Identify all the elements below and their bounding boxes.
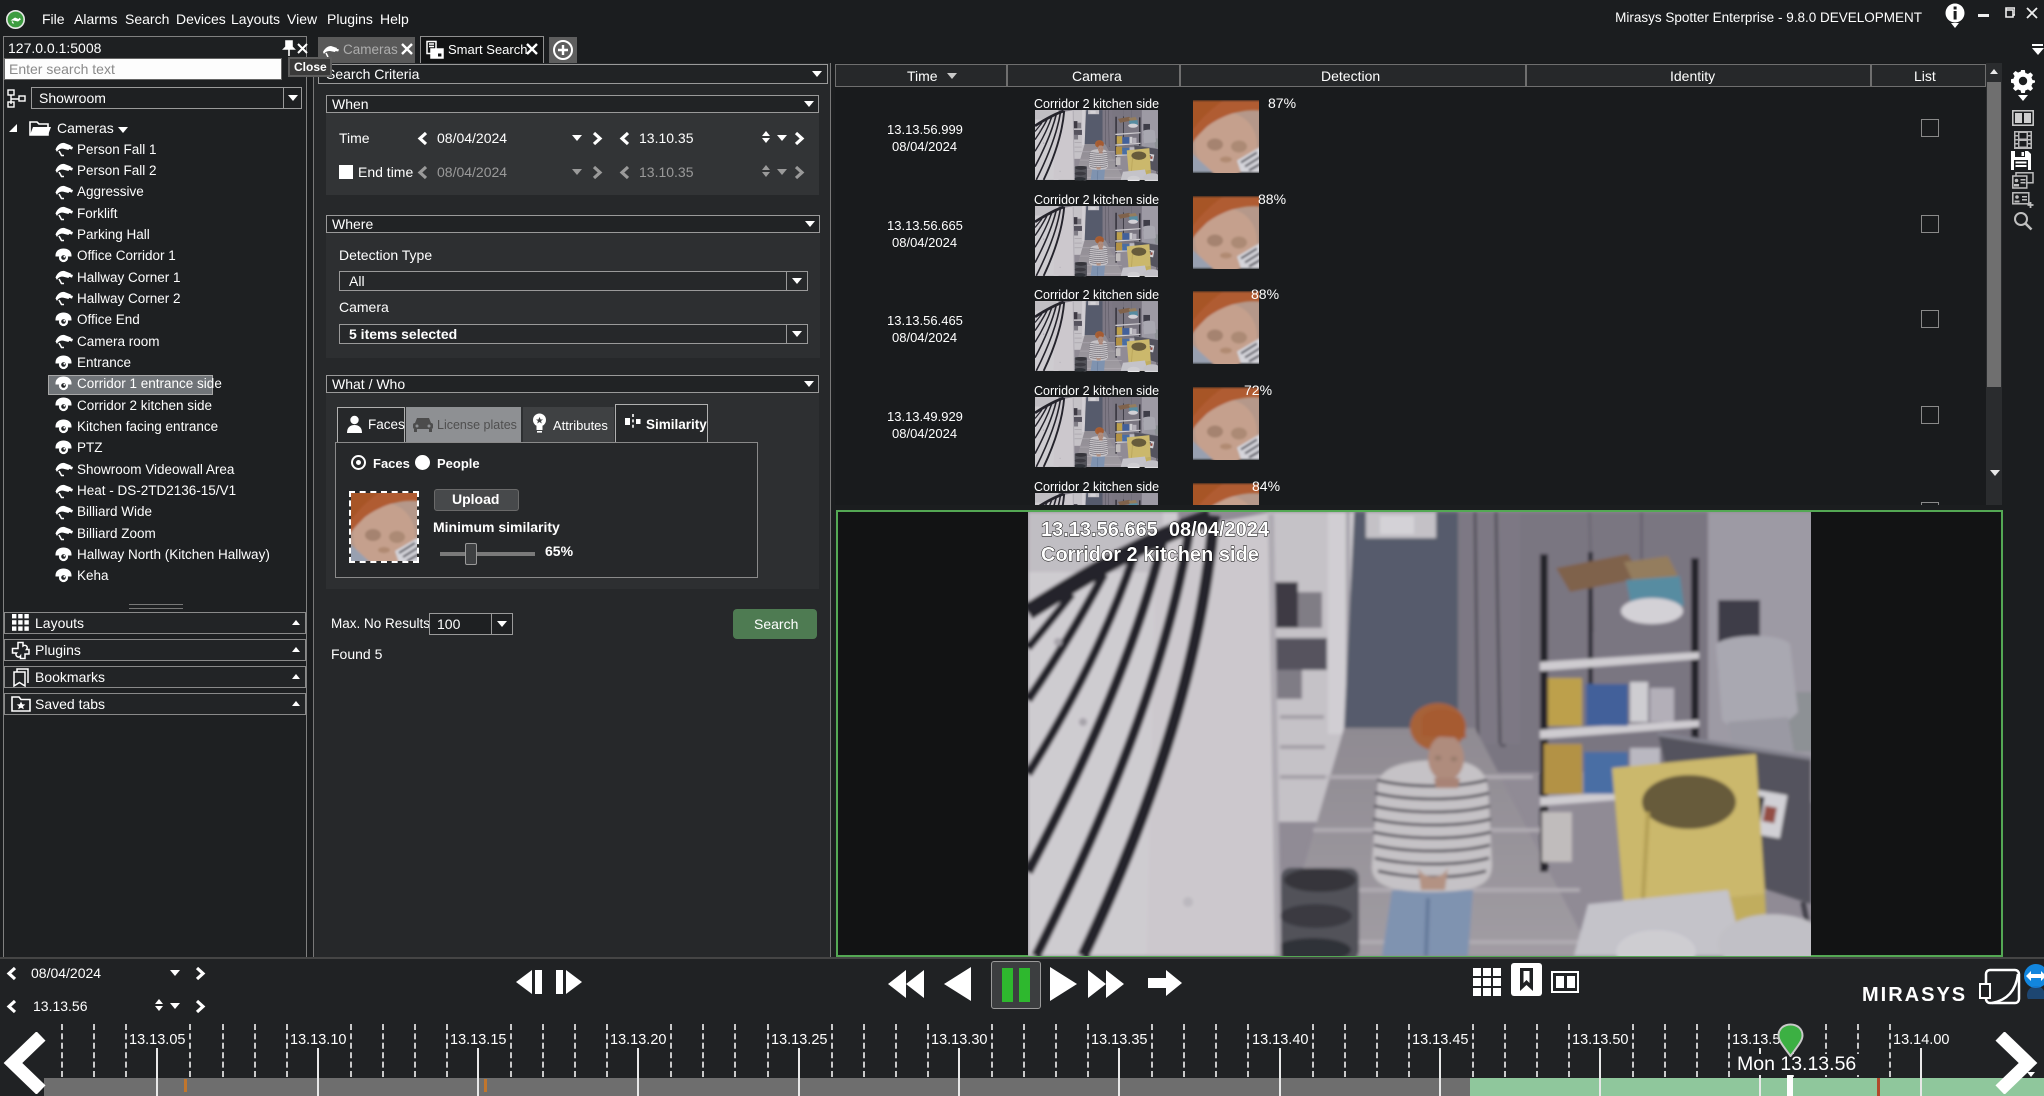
svg-text:Corridor 2 kitchen side: Corridor 2 kitchen side <box>1041 544 1259 566</box>
svg-text:13.13.56.665 08/04/2024: 13.13.56.665 08/04/2024 <box>1041 519 1270 541</box>
